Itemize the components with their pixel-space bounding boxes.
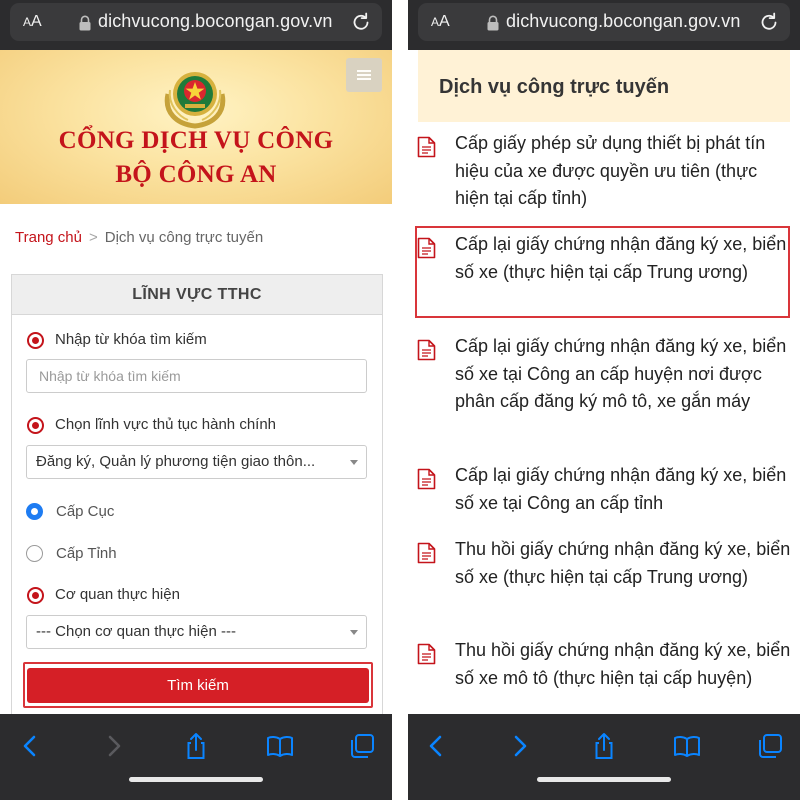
service-item-label[interactable]: Thu hồi giấy chứng nhận đăng ký xe, biển… bbox=[455, 536, 795, 591]
service-item-label[interactable]: Cấp lại giấy chứng nhận đăng ký xe, biển… bbox=[455, 462, 795, 517]
chevron-right-icon[interactable] bbox=[506, 732, 534, 760]
document-icon bbox=[417, 468, 436, 490]
panel-title: LĨNH VỰC TTHC bbox=[12, 275, 382, 315]
home-indicator bbox=[129, 777, 263, 782]
document-icon bbox=[417, 643, 436, 665]
text-size-button[interactable]: AA bbox=[431, 13, 450, 31]
service-item-label[interactable]: Cấp lại giấy chứng nhận đăng ký xe, biển… bbox=[455, 231, 795, 286]
level-radio-unselected[interactable] bbox=[26, 545, 43, 562]
left-screenshot: AAAA dichvucong.bocongan.gov.vn CỔNG DỊC… bbox=[0, 0, 392, 800]
lock-icon bbox=[487, 15, 499, 31]
chevron-right-icon[interactable] bbox=[100, 732, 128, 760]
book-icon[interactable] bbox=[266, 732, 294, 760]
keyword-radio[interactable] bbox=[27, 332, 44, 349]
home-indicator bbox=[537, 777, 671, 782]
keyword-search-input[interactable] bbox=[26, 359, 367, 393]
document-icon bbox=[417, 136, 436, 158]
book-icon[interactable] bbox=[673, 732, 701, 760]
portal-banner: CỔNG DỊCH VỤ CÔNG BỘ CÔNG AN bbox=[0, 50, 392, 204]
breadcrumb: Trang chủ > Dịch vụ công trực tuyến bbox=[15, 229, 263, 246]
document-icon bbox=[417, 339, 436, 361]
text-size-button[interactable]: AAAA bbox=[23, 13, 42, 31]
police-emblem bbox=[164, 72, 226, 129]
service-list-header: Dịch vụ công trực tuyến bbox=[418, 50, 790, 122]
url-text: dichvucong.bocongan.gov.vn bbox=[98, 11, 333, 31]
breadcrumb-home-link[interactable]: Trang chủ bbox=[15, 229, 82, 246]
browser-toolbar bbox=[0, 714, 392, 800]
document-icon bbox=[417, 542, 436, 564]
agency-radio[interactable] bbox=[27, 587, 44, 604]
reload-icon[interactable] bbox=[758, 11, 780, 33]
lock-icon bbox=[79, 15, 91, 31]
agency-select-value: --- Chọn cơ quan thực hiện --- bbox=[36, 623, 236, 640]
reload-icon[interactable] bbox=[350, 11, 372, 33]
service-list-title: Dịch vụ công trực tuyến bbox=[439, 76, 670, 98]
document-icon bbox=[417, 237, 436, 259]
portal-title: CỔNG DỊCH VỤ CÔNG bbox=[58, 127, 334, 154]
field-select[interactable]: Đăng ký, Quản lý phương tiện giao thôn..… bbox=[26, 445, 367, 479]
tabs-icon[interactable] bbox=[348, 732, 376, 760]
url-field[interactable]: AAAA dichvucong.bocongan.gov.vn bbox=[10, 3, 382, 41]
browser-toolbar bbox=[408, 714, 800, 800]
url-field[interactable]: AA dichvucong.bocongan.gov.vn bbox=[418, 3, 790, 41]
level-radio-selected[interactable] bbox=[26, 503, 43, 520]
url-text: dichvucong.bocongan.gov.vn bbox=[506, 11, 741, 31]
breadcrumb-current: Dịch vụ công trực tuyến bbox=[104, 229, 264, 246]
chevron-down-icon bbox=[350, 460, 358, 465]
browser-address-bar: AA dichvucong.bocongan.gov.vn bbox=[408, 0, 800, 50]
right-screenshot: AA dichvucong.bocongan.gov.vn Dịch vụ cô… bbox=[408, 0, 800, 800]
portal-subtitle: BỘ CÔNG AN bbox=[115, 161, 277, 188]
breadcrumb-separator: > bbox=[88, 229, 98, 246]
field-select-value: Đăng ký, Quản lý phương tiện giao thôn..… bbox=[36, 453, 316, 470]
service-item-label[interactable]: Cấp giấy phép sử dụng thiết bị phát tín … bbox=[455, 130, 795, 213]
hamburger-menu-button[interactable] bbox=[346, 58, 382, 92]
chevron-left-icon[interactable] bbox=[16, 732, 44, 760]
tabs-icon[interactable] bbox=[756, 732, 784, 760]
search-button[interactable]: Tìm kiếm bbox=[27, 668, 369, 703]
chevron-down-icon bbox=[350, 630, 358, 635]
hamburger-icon bbox=[357, 70, 371, 72]
browser-address-bar: AAAA dichvucong.bocongan.gov.vn bbox=[0, 0, 392, 50]
share-icon[interactable] bbox=[182, 732, 210, 760]
service-item-label[interactable]: Thu hồi giấy chứng nhận đăng ký xe, biển… bbox=[455, 637, 795, 692]
field-radio[interactable] bbox=[27, 417, 44, 434]
share-icon[interactable] bbox=[590, 732, 618, 760]
service-item-label[interactable]: Cấp lại giấy chứng nhận đăng ký xe, biển… bbox=[455, 333, 795, 416]
chevron-left-icon[interactable] bbox=[422, 732, 450, 760]
agency-select[interactable]: --- Chọn cơ quan thực hiện --- bbox=[26, 615, 367, 649]
